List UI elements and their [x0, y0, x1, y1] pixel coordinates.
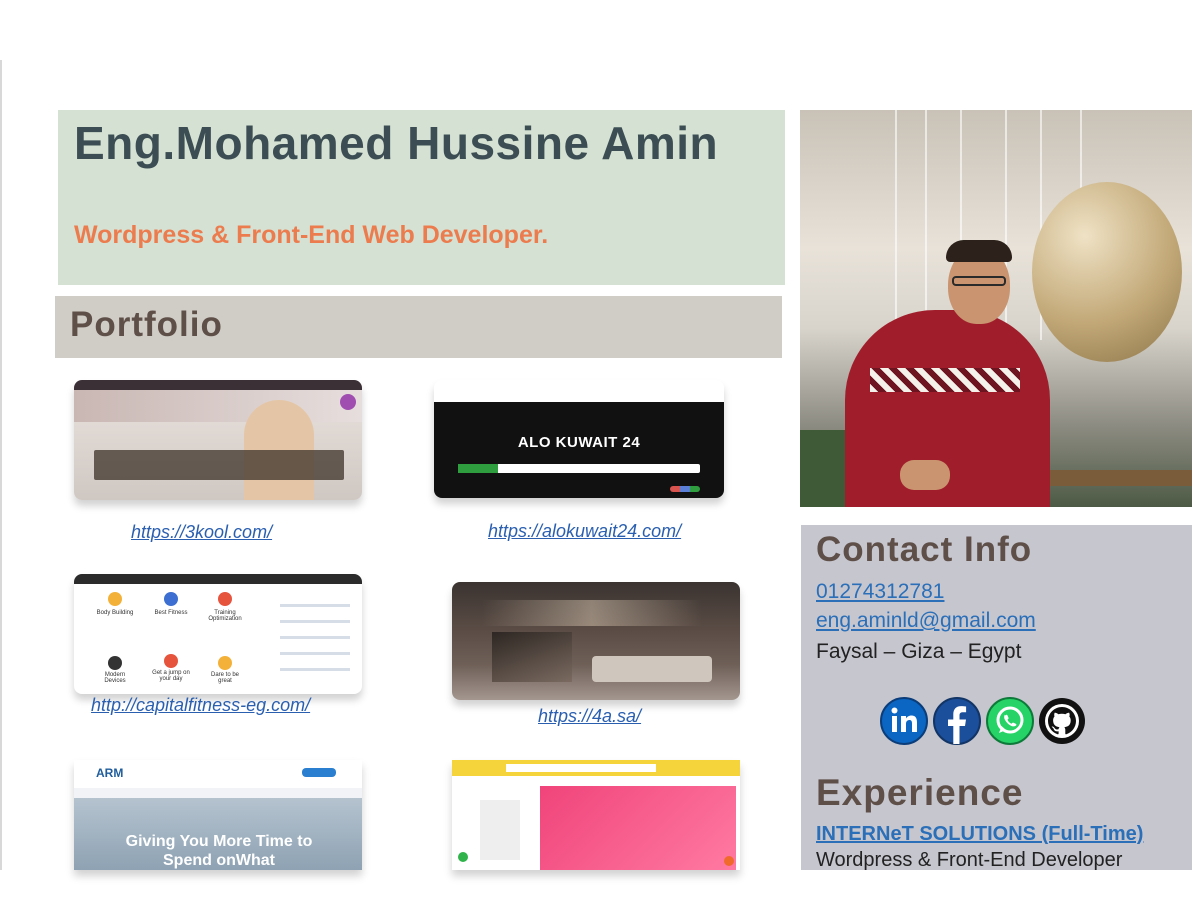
thumbnail-search-bar — [458, 464, 700, 473]
photo-sweater-pattern — [870, 368, 1020, 392]
photo-light-string — [925, 110, 927, 340]
person-name: Eng.Mohamed Hussine Amin — [74, 117, 719, 169]
thumbnail-label: Get a jump on your day — [152, 670, 190, 682]
thumbnail-review — [280, 668, 350, 671]
thumbnail-hero-text: Giving You More Time to Spend onWhat — [125, 833, 313, 869]
thumbnail-label: Training Optimization — [208, 610, 242, 622]
thumbnail-social-dots — [670, 486, 700, 492]
thumbnail-label: Body Building — [96, 610, 134, 616]
training-icon — [218, 592, 232, 606]
portfolio-thumbnail-4a[interactable] — [452, 582, 740, 700]
photo-hand — [900, 460, 950, 490]
thumbnail-cart-panel — [480, 800, 520, 860]
photo-ornament — [1032, 182, 1182, 362]
thumbnail-sofa — [592, 656, 712, 682]
thumbnail-navbar — [434, 380, 724, 402]
thumbnail-brand-text: ALO KUWAIT 24 — [517, 434, 641, 451]
phone-link[interactable]: 01274312781 — [816, 580, 944, 604]
thumbnail-staircase — [492, 632, 572, 682]
thumbnail-review — [280, 620, 350, 623]
photo-hair — [946, 240, 1012, 262]
experience-heading: Experience — [816, 772, 1024, 813]
portfolio-link-3kool[interactable]: https://3kool.com/ — [131, 522, 272, 543]
thumbnail-review — [280, 604, 350, 607]
portfolio-link-4a[interactable]: https://4a.sa/ — [538, 706, 641, 727]
job-title: Wordpress & Front-End Web Developer. — [74, 221, 549, 249]
email-link[interactable]: eng.aminld@gmail.com — [816, 609, 1036, 633]
devices-icon — [108, 656, 122, 670]
thumbnail-label: Dare to be great — [210, 672, 240, 684]
dare-icon — [218, 656, 232, 670]
contact-heading: Contact Info — [816, 530, 1033, 569]
github-icon[interactable] — [1038, 697, 1086, 745]
portfolio-thumbnail-arm-care[interactable]: ARM Giving You More Time to Spend onWhat — [74, 760, 362, 870]
portfolio-thumbnail-grocery[interactable] — [452, 760, 740, 870]
thumbnail-logo: ARM — [96, 766, 124, 780]
page-edge-line — [0, 60, 2, 870]
whatsapp-chat-icon — [458, 852, 468, 862]
thumbnail-label: Modern Devices — [104, 672, 126, 684]
thumbnail-review — [280, 636, 350, 639]
profile-photo — [800, 110, 1192, 507]
facebook-icon[interactable] — [933, 697, 981, 745]
thumbnail-search-bar — [506, 764, 656, 772]
photo-light-string — [895, 110, 897, 340]
thumbnail-ceiling-light — [482, 600, 702, 626]
experience-role: Wordpress & Front-End Developer — [816, 849, 1123, 871]
thumbnail-label: Best Fitness — [154, 610, 188, 616]
portfolio-link-alokuwait24[interactable]: https://alokuwait24.com/ — [488, 521, 681, 542]
jump-icon — [164, 654, 178, 668]
thumbnail-menu — [74, 390, 362, 422]
thumbnail-review — [280, 652, 350, 655]
thumbnail-navbar — [74, 380, 362, 390]
fitness-icon — [164, 592, 178, 606]
portfolio-link-capitalfitness[interactable]: http://capitalfitness-eg.com/ — [91, 695, 310, 716]
chat-icon — [724, 856, 734, 866]
portfolio-thumbnail-alokuwait24[interactable]: ALO KUWAIT 24 — [434, 380, 724, 498]
experience-company-link[interactable]: INTERNeT SOLUTIONS (Full-Time) — [816, 823, 1143, 846]
thumbnail-menu — [74, 788, 362, 798]
thumbnail-logo — [340, 394, 356, 410]
thumbnail-banner — [94, 450, 344, 480]
body-building-icon — [108, 592, 122, 606]
thumbnail-cta-button — [302, 768, 336, 777]
photo-glasses — [952, 276, 1006, 286]
whatsapp-icon[interactable] — [986, 697, 1034, 745]
address-text: Faysal – Giza – Egypt — [816, 640, 1022, 663]
thumbnail-promo-banner — [540, 786, 736, 870]
linkedin-icon[interactable] — [880, 697, 928, 745]
portfolio-thumbnail-3kool[interactable] — [74, 380, 362, 500]
portfolio-heading: Portfolio — [70, 305, 223, 344]
portfolio-thumbnail-capitalfitness[interactable]: Body Building Best Fitness Training Opti… — [74, 574, 362, 694]
thumbnail-navbar — [74, 574, 362, 584]
